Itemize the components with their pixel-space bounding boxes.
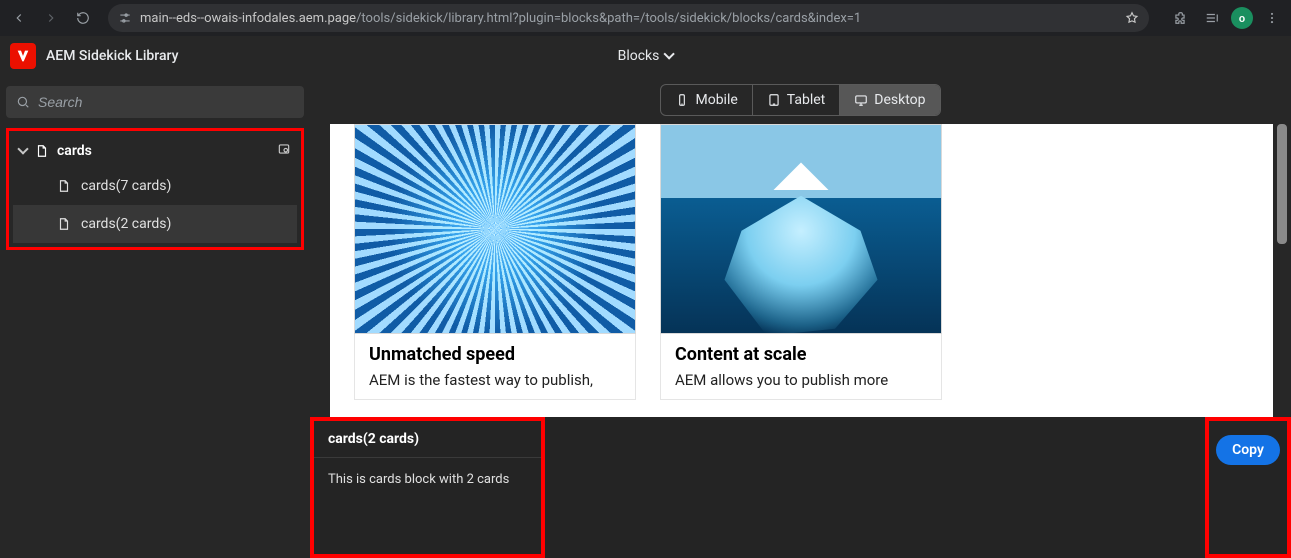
- reload-icon: [76, 11, 90, 25]
- site-info-button[interactable]: [118, 11, 132, 25]
- card-body: AEM is the fastest way to publish,: [369, 371, 621, 389]
- puzzle-icon: [1173, 11, 1187, 25]
- preview-icon: [277, 142, 291, 156]
- chevron-down-icon: [665, 48, 673, 64]
- desktop-icon: [854, 93, 868, 107]
- reload-button[interactable]: [70, 5, 96, 31]
- tune-icon: [118, 11, 132, 25]
- tablet-icon: [767, 93, 781, 107]
- extensions-button[interactable]: [1167, 5, 1193, 31]
- scrollbar-thumb[interactable]: [1277, 124, 1287, 244]
- main-panel: Mobile Tablet Desktop Unmatc: [310, 76, 1291, 558]
- kebab-icon: [1265, 11, 1279, 25]
- reading-list-icon: [1205, 11, 1219, 25]
- reading-list-button[interactable]: [1199, 5, 1225, 31]
- tree-item-label: cards(7 cards): [81, 178, 171, 194]
- device-segmented: Mobile Tablet Desktop: [660, 84, 940, 116]
- history-forward-button[interactable]: [38, 5, 64, 31]
- device-desktop[interactable]: Desktop: [839, 85, 939, 115]
- plugin-dropdown[interactable]: Blocks: [618, 48, 674, 64]
- preview-toggle-button[interactable]: [277, 142, 291, 160]
- avatar-initial: o: [1239, 12, 1245, 25]
- search-input[interactable]: [38, 94, 294, 110]
- arrow-right-icon: [44, 11, 58, 25]
- preview-card: Content at scale AEM allows you to publi…: [660, 124, 942, 400]
- plugin-dropdown-label: Blocks: [618, 48, 660, 64]
- browser-chrome: main--eds--owais-infodales.aem.page/tool…: [0, 0, 1291, 36]
- document-icon: [35, 144, 49, 158]
- tree-item-cards-2[interactable]: cards(2 cards): [13, 205, 297, 243]
- device-tablet-label: Tablet: [787, 92, 825, 108]
- chevron-down-icon: [19, 143, 27, 159]
- device-desktop-label: Desktop: [874, 92, 925, 108]
- adobe-logo-icon: [15, 48, 31, 64]
- tree-item-label: cards(2 cards): [81, 216, 171, 232]
- app-title: AEM Sidekick Library: [46, 48, 178, 64]
- arrow-left-icon: [12, 11, 26, 25]
- document-icon: [57, 179, 71, 193]
- mobile-icon: [675, 93, 689, 107]
- block-tree: cards cards(7 cards) cards(2 cards): [6, 128, 304, 250]
- copy-button[interactable]: Copy: [1216, 435, 1280, 465]
- block-info-right: Copy: [1205, 417, 1291, 558]
- tree-group-label: cards: [57, 143, 92, 159]
- profile-avatar[interactable]: o: [1231, 7, 1253, 29]
- block-info-bar: cards(2 cards) This is cards block with …: [310, 417, 1291, 558]
- preview-viewport: Unmatched speed AEM is the fastest way t…: [310, 124, 1291, 558]
- card-title: Unmatched speed: [369, 344, 621, 365]
- device-mobile[interactable]: Mobile: [661, 85, 751, 115]
- tree-group-cards[interactable]: cards: [13, 135, 297, 167]
- card-image: [660, 124, 942, 334]
- device-mobile-label: Mobile: [695, 92, 737, 108]
- url-text: main--eds--owais-infodales.aem.page/tool…: [140, 11, 1117, 26]
- search-box[interactable]: [6, 86, 304, 118]
- copy-button-label: Copy: [1232, 442, 1264, 458]
- card-body: AEM allows you to publish more: [675, 371, 927, 389]
- card-title: Content at scale: [675, 344, 927, 365]
- sidebar: cards cards(7 cards) cards(2 cards): [0, 76, 310, 558]
- card-image: [354, 124, 636, 334]
- chrome-menu-button[interactable]: [1259, 5, 1285, 31]
- document-icon: [57, 217, 71, 231]
- block-info-left: cards(2 cards) This is cards block with …: [310, 417, 545, 558]
- block-info-desc: This is cards block with 2 cards: [314, 458, 541, 501]
- search-icon: [16, 95, 30, 109]
- app-header: AEM Sidekick Library Blocks: [0, 36, 1291, 76]
- star-icon[interactable]: [1125, 11, 1139, 25]
- preview-card: Unmatched speed AEM is the fastest way t…: [354, 124, 636, 400]
- url-bar[interactable]: main--eds--owais-infodales.aem.page/tool…: [108, 4, 1149, 32]
- device-tablet[interactable]: Tablet: [752, 85, 839, 115]
- block-info-label: cards(2 cards): [314, 421, 541, 458]
- adobe-logo: [10, 43, 36, 69]
- history-back-button[interactable]: [6, 5, 32, 31]
- tree-item-cards-7[interactable]: cards(7 cards): [13, 167, 297, 205]
- device-bar: Mobile Tablet Desktop: [310, 76, 1291, 124]
